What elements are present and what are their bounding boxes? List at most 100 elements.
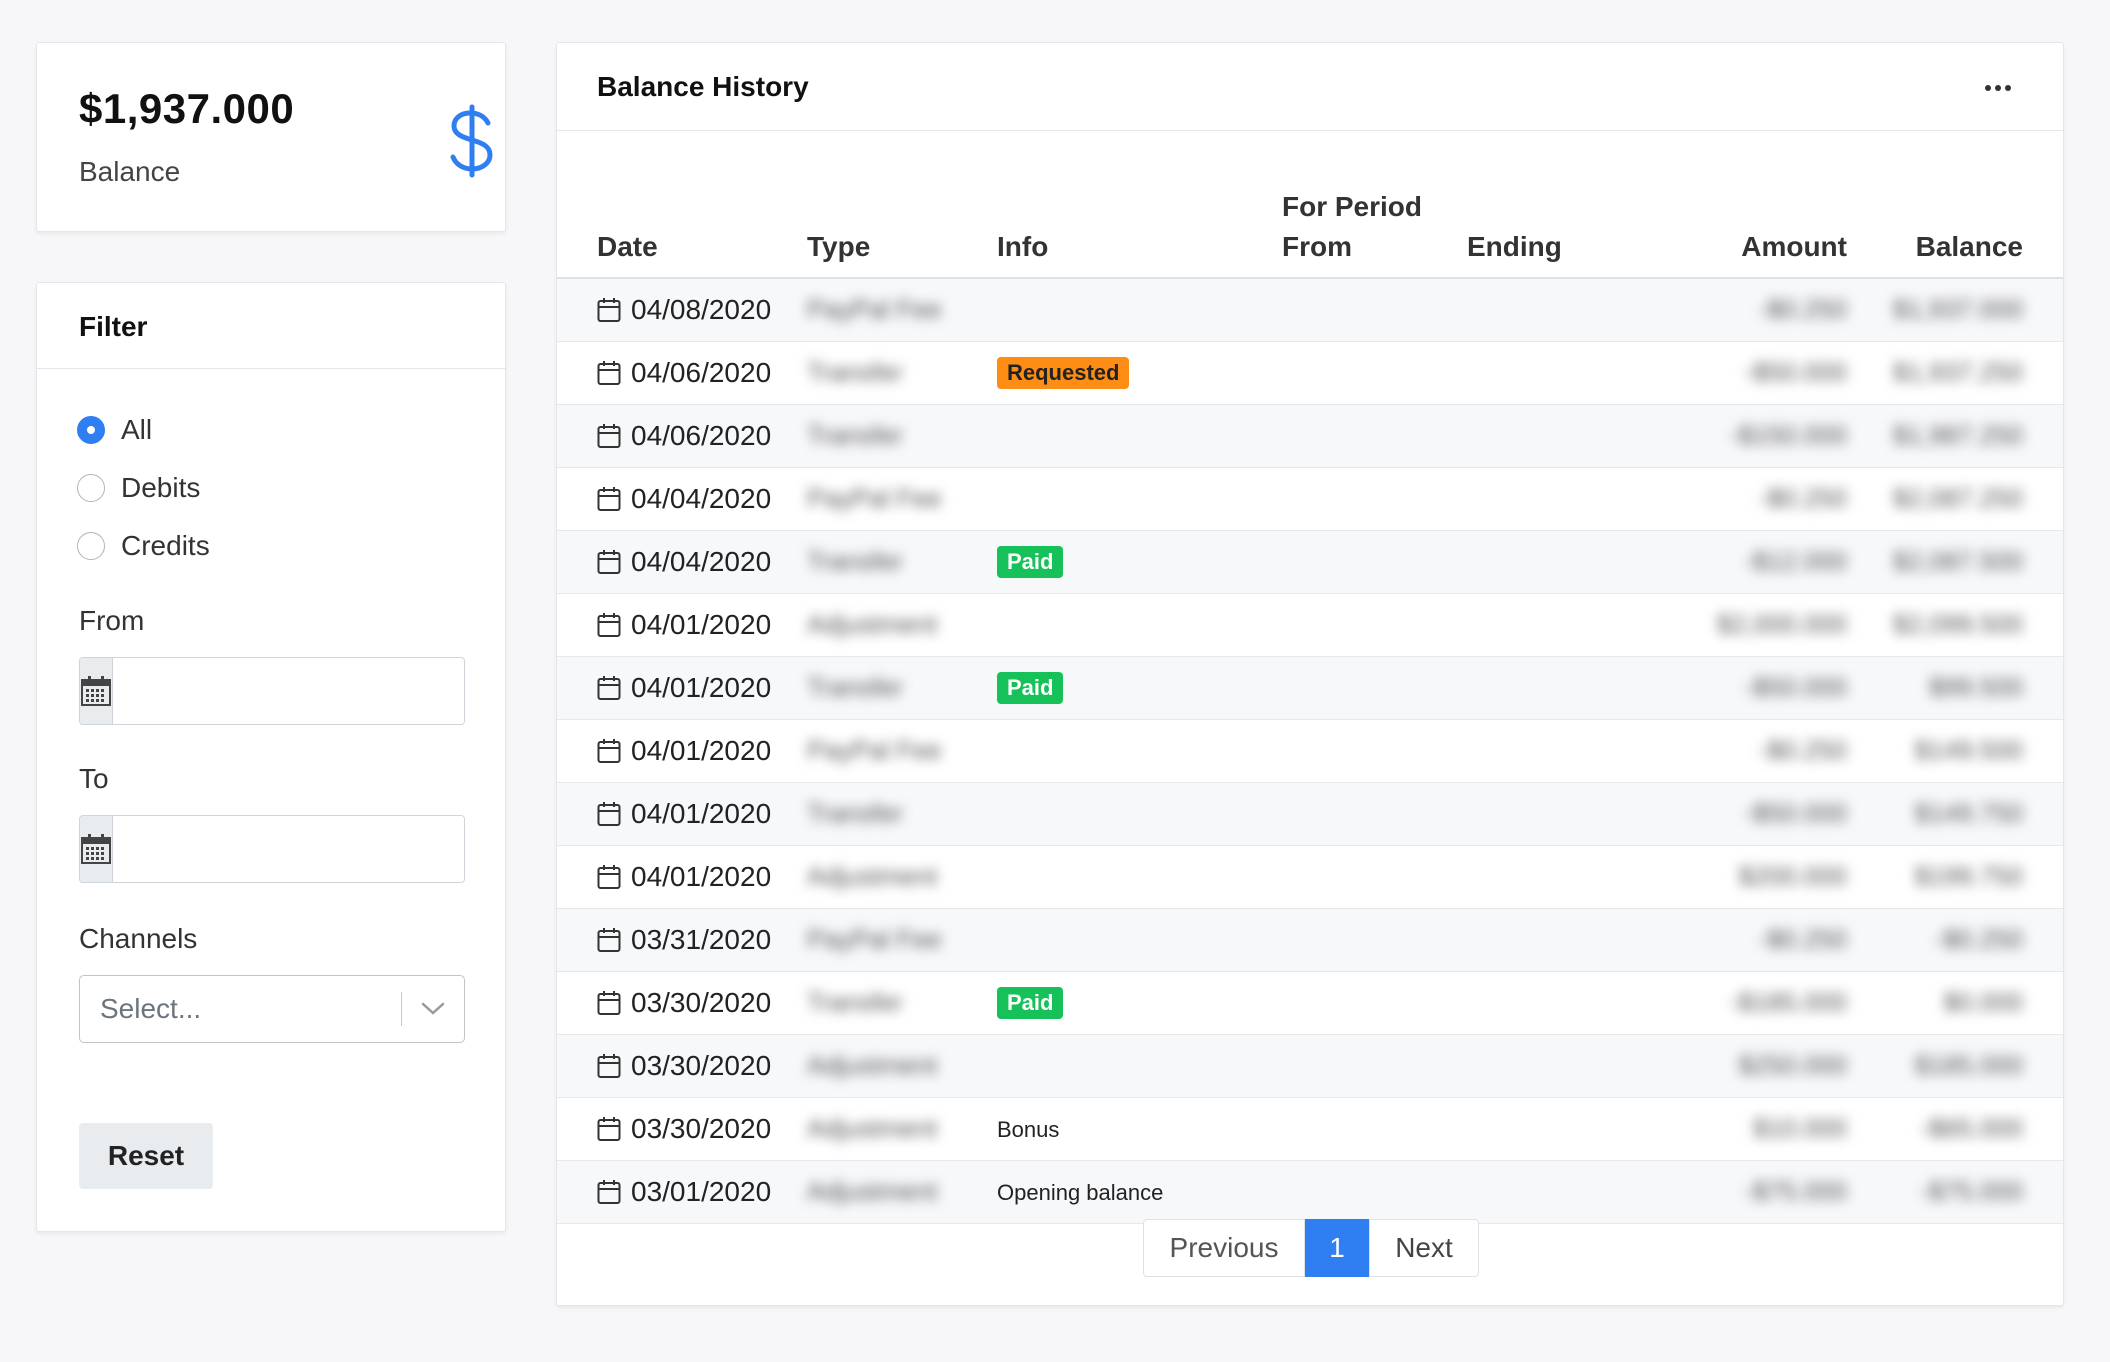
from-cell bbox=[1282, 278, 1467, 342]
info-text: Bonus bbox=[997, 1117, 1060, 1142]
status-badge: Requested bbox=[997, 357, 1130, 389]
balance-cell: $149.750 bbox=[1847, 782, 2063, 846]
info-cell: Paid bbox=[997, 530, 1282, 594]
col-period-from[interactable]: For Period From bbox=[1282, 132, 1467, 279]
table-row: 04/04/2020 Transfer Paid -$12.000 $2,087.500 bbox=[557, 530, 2063, 594]
ending-cell bbox=[1467, 341, 1627, 405]
ending-cell bbox=[1467, 1034, 1627, 1098]
balance-text: $99.500 bbox=[1929, 672, 2023, 702]
balance-text: $149.750 bbox=[1914, 798, 2023, 828]
table-row: 03/30/2020 Adjustment Bonus $10.000 -$65.000 bbox=[557, 1097, 2063, 1161]
balance-text: $1,937.250 bbox=[1892, 357, 2023, 387]
amount-cell: $10.000 bbox=[1627, 1097, 1847, 1161]
from-label: From bbox=[79, 605, 145, 636]
table-row: 04/08/2020 PayPal Fee -$0.250 $1,937.000 bbox=[557, 278, 2063, 342]
type-text: Adjustment bbox=[807, 1176, 938, 1206]
reset-button[interactable]: Reset bbox=[79, 1123, 213, 1189]
radio-all-label: All bbox=[121, 414, 153, 445]
amount-text: -$0.250 bbox=[1758, 294, 1847, 325]
radio-all-button[interactable] bbox=[77, 416, 105, 444]
calendar-icon bbox=[597, 927, 621, 952]
date-cell: 03/30/2020 bbox=[557, 1034, 807, 1098]
date-text: 04/01/2020 bbox=[631, 797, 772, 829]
ending-cell bbox=[1467, 782, 1627, 846]
from-date-input[interactable] bbox=[113, 658, 464, 724]
date-cell: 04/01/2020 bbox=[557, 656, 807, 720]
date-text: 04/01/2020 bbox=[631, 671, 772, 703]
calendar-icon bbox=[597, 864, 621, 889]
from-cell bbox=[1282, 404, 1467, 468]
date-text: 04/04/2020 bbox=[631, 545, 772, 577]
more-options-icon[interactable] bbox=[1983, 83, 2013, 93]
col-info[interactable]: Info bbox=[997, 132, 1282, 279]
type-text: PayPal Fee bbox=[807, 924, 942, 954]
from-cell bbox=[1282, 719, 1467, 783]
type-text: PayPal Fee bbox=[807, 735, 942, 765]
filter-header: Filter bbox=[37, 283, 505, 369]
table-body: 04/08/2020 PayPal Fee -$0.250 $1,937.000 04/… bbox=[557, 278, 2063, 1224]
radio-all[interactable]: All bbox=[77, 413, 152, 447]
radio-debits[interactable]: Debits bbox=[77, 471, 200, 505]
calendar-icon bbox=[597, 297, 621, 322]
calendar-icon bbox=[597, 612, 621, 637]
next-page-button[interactable]: Next bbox=[1369, 1219, 1479, 1277]
date-text: 04/04/2020 bbox=[631, 482, 772, 514]
col-amount[interactable]: Amount bbox=[1627, 132, 1847, 279]
amount-cell: -$0.250 bbox=[1627, 467, 1847, 531]
amount-cell: $200.000 bbox=[1627, 845, 1847, 909]
balance-cell: -$0.250 bbox=[1847, 908, 2063, 972]
ending-cell bbox=[1467, 1160, 1627, 1224]
col-balance[interactable]: Balance bbox=[1847, 132, 2063, 279]
balance-cell: $1,937.000 bbox=[1847, 278, 2063, 342]
from-cell bbox=[1282, 1097, 1467, 1161]
filter-card: Filter All Debits Credits From To Channe… bbox=[36, 282, 506, 1232]
type-text: Transfer bbox=[807, 798, 903, 828]
channels-select[interactable]: Select... bbox=[79, 975, 465, 1043]
radio-credits-button[interactable] bbox=[77, 532, 105, 560]
balance-cell: $2,087.250 bbox=[1847, 467, 2063, 531]
amount-cell: -$50.000 bbox=[1627, 656, 1847, 720]
balance-text: $199.750 bbox=[1914, 861, 2023, 891]
type-cell: PayPal Fee bbox=[807, 278, 997, 342]
date-cell: 03/01/2020 bbox=[557, 1160, 807, 1224]
date-text: 04/06/2020 bbox=[631, 419, 772, 451]
radio-credits[interactable]: Credits bbox=[77, 529, 210, 563]
calendar-icon bbox=[597, 675, 621, 700]
to-date-input[interactable] bbox=[113, 816, 464, 882]
amount-text: $200.000 bbox=[1738, 861, 1847, 891]
amount-text: $2,000.000 bbox=[1716, 609, 1847, 639]
from-calendar-button[interactable] bbox=[80, 658, 113, 724]
chevron-down-icon[interactable] bbox=[402, 976, 464, 1042]
col-date[interactable]: Date bbox=[557, 132, 807, 279]
to-calendar-button[interactable] bbox=[80, 816, 113, 882]
info-cell: Paid bbox=[997, 656, 1282, 720]
type-text: Transfer bbox=[807, 546, 903, 576]
amount-cell: $250.000 bbox=[1627, 1034, 1847, 1098]
to-label: To bbox=[79, 763, 109, 794]
amount-cell: -$150.000 bbox=[1627, 404, 1847, 468]
date-cell: 04/06/2020 bbox=[557, 404, 807, 468]
from-cell bbox=[1282, 341, 1467, 405]
type-text: Transfer bbox=[807, 420, 903, 450]
type-text: Transfer bbox=[807, 987, 903, 1017]
history-title: Balance History bbox=[597, 71, 809, 102]
balance-cell: $2,087.500 bbox=[1847, 530, 2063, 594]
table-header-row: Date Type Info For Period From Ending Am… bbox=[557, 132, 2063, 279]
table-row: 03/31/2020 PayPal Fee -$0.250 -$0.250 bbox=[557, 908, 2063, 972]
page-1-button[interactable]: 1 bbox=[1305, 1219, 1369, 1277]
balance-cell: $185.000 bbox=[1847, 1034, 2063, 1098]
info-cell: Opening balance bbox=[997, 1160, 1282, 1224]
ending-cell bbox=[1467, 908, 1627, 972]
amount-cell: -$12.000 bbox=[1627, 530, 1847, 594]
balance-text: -$75.000 bbox=[1920, 1176, 2023, 1206]
amount-cell: -$0.250 bbox=[1627, 719, 1847, 783]
date-cell: 04/01/2020 bbox=[557, 593, 807, 657]
col-ending[interactable]: Ending bbox=[1467, 132, 1627, 279]
balance-cell: $1,937.250 bbox=[1847, 341, 2063, 405]
balance-text: -$0.250 bbox=[1934, 924, 2023, 954]
radio-debits-button[interactable] bbox=[77, 474, 105, 502]
previous-page-button[interactable]: Previous bbox=[1143, 1219, 1305, 1277]
type-cell: PayPal Fee bbox=[807, 908, 997, 972]
col-type[interactable]: Type bbox=[807, 132, 997, 279]
balance-amount: $1,937.000 bbox=[79, 85, 295, 132]
